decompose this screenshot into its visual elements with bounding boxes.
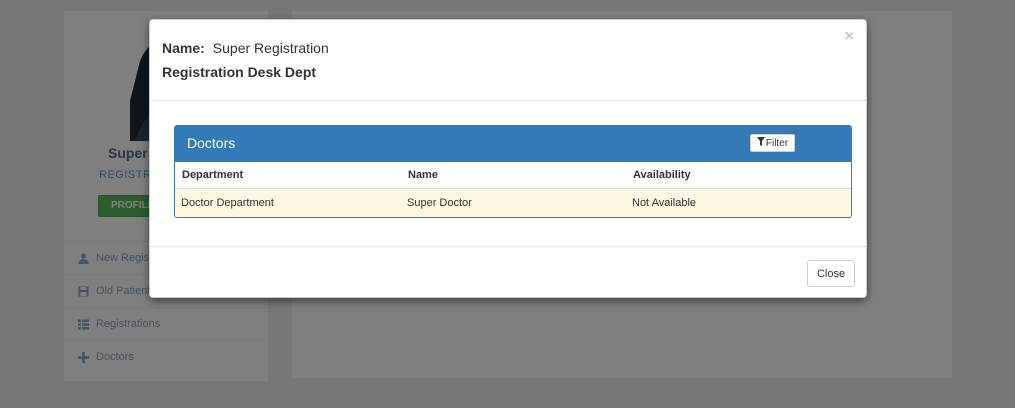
- table-cell-department: Doctor Department: [175, 188, 401, 217]
- doctors-panel: Doctors Filter Department Name Availabil…: [174, 125, 852, 218]
- name-label: Name:: [162, 40, 205, 56]
- close-button[interactable]: Close: [807, 260, 855, 287]
- column-header[interactable]: Name: [401, 162, 626, 189]
- modal-body: Doctors Filter Department Name Availabil…: [150, 101, 866, 246]
- modal-header: × Name: Super Registration Registration D…: [150, 20, 866, 101]
- doctors-table: Department Name Availability Doctor Depa…: [175, 162, 851, 217]
- filter-icon: [756, 137, 766, 149]
- column-header[interactable]: Availability: [626, 162, 851, 189]
- table-header-row: Department Name Availability: [175, 162, 851, 189]
- table-cell-availability: Not Available: [626, 188, 851, 217]
- table-cell-name: Super Doctor: [401, 188, 626, 217]
- department-title: Registration Desk Dept: [162, 64, 317, 80]
- name-value: Super Registration: [212, 40, 329, 56]
- panel-title: Doctors: [187, 135, 236, 151]
- modal-footer: Close: [150, 246, 866, 298]
- filter-label: Filter: [765, 137, 789, 149]
- name-line: Name: Super Registration: [162, 40, 866, 58]
- panel-heading: Doctors Filter: [175, 126, 851, 162]
- table-row[interactable]: Doctor Department Super Doctor Not Avail…: [175, 188, 851, 217]
- close-icon[interactable]: ×: [845, 29, 854, 45]
- doctors-modal: × Name: Super Registration Registration D…: [149, 19, 867, 298]
- filter-button[interactable]: Filter: [750, 134, 795, 152]
- column-header[interactable]: Department: [175, 162, 401, 189]
